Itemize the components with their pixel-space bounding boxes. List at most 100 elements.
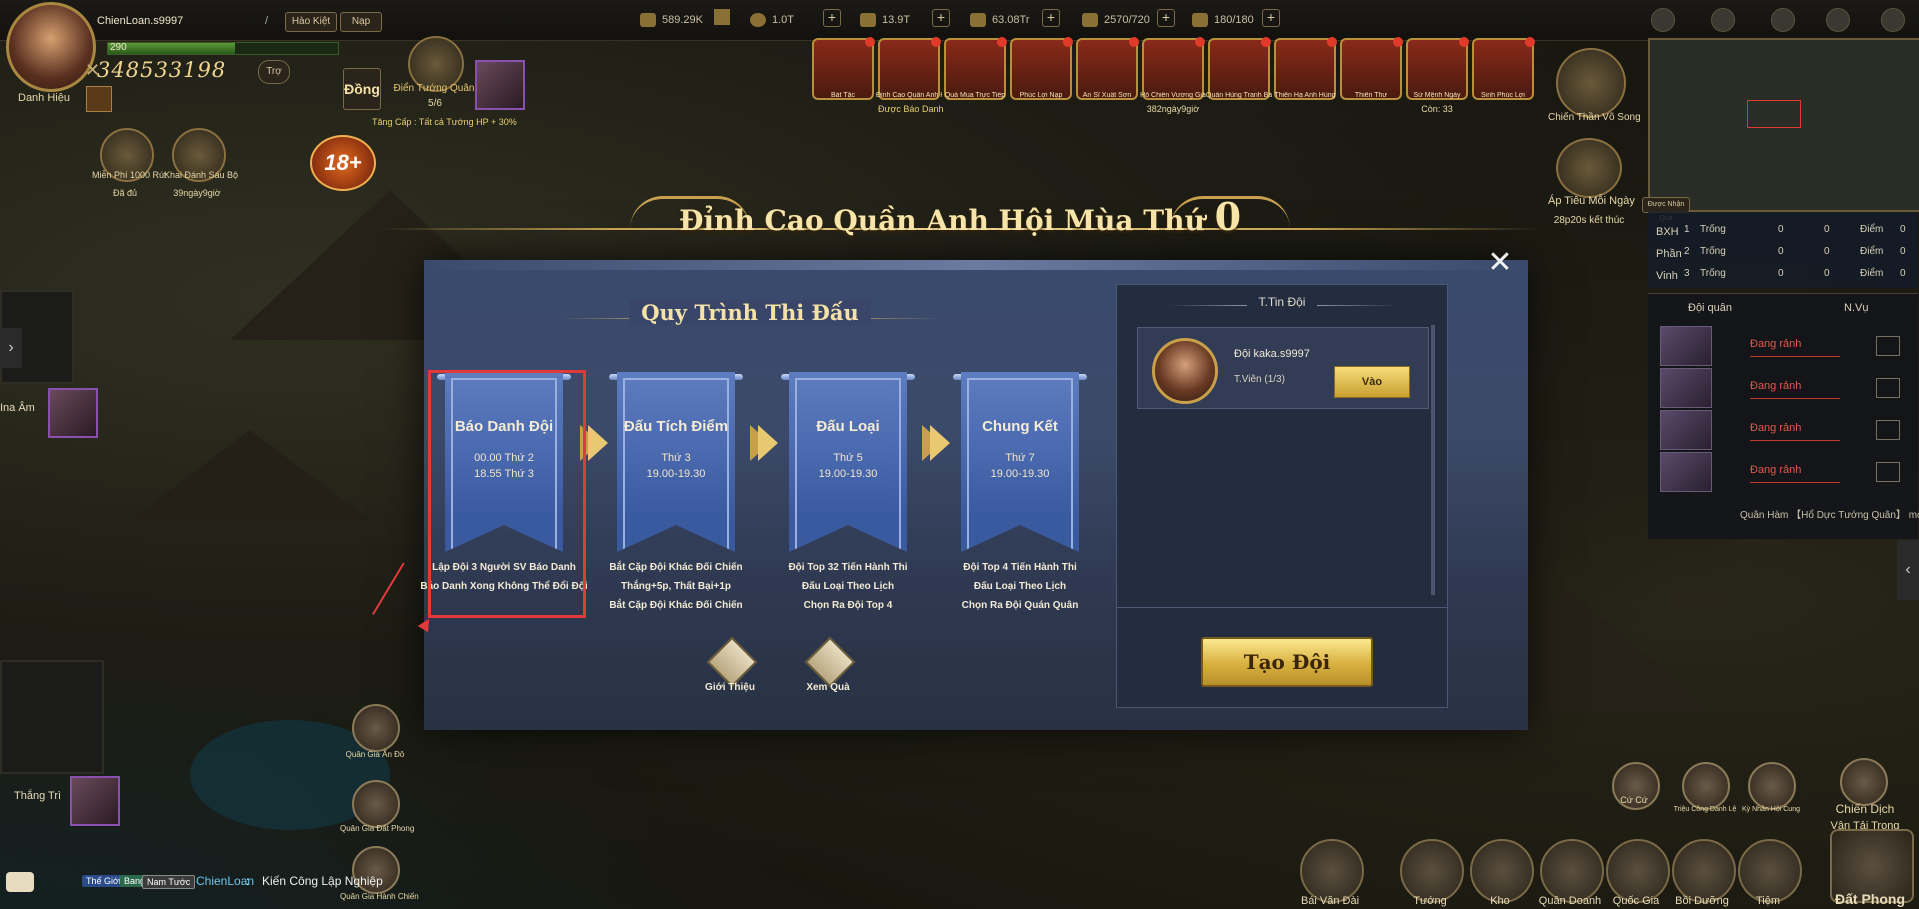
tab-army[interactable]: Đội quân xyxy=(1688,302,1732,314)
expand-left-icon[interactable]: › xyxy=(0,328,22,368)
receive-gift-button[interactable]: Được Nhận Quà xyxy=(1642,197,1690,222)
team-card[interactable]: Đội kaka.s9997 T.Viên (1/3) Vào xyxy=(1137,327,1429,409)
title-label[interactable]: Danh Hiệu xyxy=(18,92,70,104)
escort-icon[interactable] xyxy=(1556,138,1622,198)
side-hero-portrait[interactable] xyxy=(48,388,98,438)
chat-tab-rank[interactable]: Nam Tước xyxy=(142,875,196,889)
event-icon[interactable]: Ẩn Sĩ Xuất Sơn xyxy=(1076,37,1139,100)
war-god-icon[interactable] xyxy=(1556,48,1626,118)
scrollbar[interactable] xyxy=(1431,325,1435,595)
nav-training[interactable] xyxy=(1672,839,1736,903)
hao-kiet-button[interactable]: Hào Kiệt xyxy=(285,12,337,32)
general-portrait xyxy=(1660,368,1712,408)
event-icon[interactable]: Thiên Hạ Anh Hùng xyxy=(1274,37,1337,100)
resource-iron: 63.08Tr xyxy=(970,10,1030,30)
resource-gold: 589.29K xyxy=(640,10,703,30)
player-avatar[interactable] xyxy=(6,2,96,92)
menu-icon[interactable] xyxy=(1881,8,1905,32)
nap-button[interactable]: Nạp xyxy=(340,12,382,32)
view-rewards-button[interactable]: Xem Quà xyxy=(804,636,856,693)
nav-barracks[interactable] xyxy=(1540,839,1604,903)
stage-final[interactable]: Chung Kết Thứ 7 19.00-19.30 xyxy=(953,372,1087,552)
rank-row: 2 Trống 00 Điểm 0 xyxy=(1684,246,1906,257)
coin-icon xyxy=(750,13,766,27)
age-rating-badge: 18+ xyxy=(310,135,376,191)
army-row[interactable]: Đang rảnh xyxy=(1660,452,1908,492)
event-icon[interactable]: Quần Hùng Tranh Bá xyxy=(1206,37,1272,100)
process-title: Quy Trình Thi Đấu xyxy=(560,300,940,325)
add-food-button[interactable]: + xyxy=(932,9,950,27)
tournament-title: Đỉnh Cao Quần Anh Hội Mùa Thứ 0 xyxy=(678,194,1242,239)
campaign-icon[interactable] xyxy=(1840,758,1888,806)
event-icon[interactable]: Đỉnh Cao Quần Anh Hội xyxy=(876,37,942,100)
grid-icon[interactable] xyxy=(1876,378,1900,398)
event-icon[interactable]: Thiên Thư xyxy=(1340,37,1403,100)
escort-label: Áp Tiêu Mỗi Ngày xyxy=(1548,195,1635,207)
dong-badge[interactable]: Đồng xyxy=(343,68,381,110)
stage-description: Đội Top 32 Tiến Hành Thi Đấu Loại Theo L… xyxy=(788,562,908,611)
notify-dot xyxy=(997,37,1007,47)
tro-button[interactable]: Trợ xyxy=(258,60,290,84)
nav-generals[interactable] xyxy=(1400,839,1464,903)
add-troops-button[interactable]: + xyxy=(1157,9,1175,27)
tab-quests[interactable]: N.Vụ xyxy=(1844,302,1868,314)
event-icon[interactable]: Phúc Lợi Nạp xyxy=(1010,37,1073,100)
add-stamina-button[interactable]: + xyxy=(1262,9,1280,27)
six-tribes-label: Khai Đánh Sáu Bộ xyxy=(164,170,239,180)
chat-bar[interactable]: Thế Giới Bang Nam Tước ChienLoan : Kiến … xyxy=(0,872,383,894)
close-icon[interactable]: ✕ xyxy=(1486,248,1514,278)
hero-portrait[interactable] xyxy=(475,60,525,110)
join-team-button[interactable]: Vào xyxy=(1334,366,1410,398)
nav-label: Tiệm xyxy=(1755,895,1781,907)
nav-warehouse[interactable] xyxy=(1470,839,1534,903)
team-leader-avatar xyxy=(1152,338,1218,404)
side-label: Thắng Trì xyxy=(14,790,62,802)
food-icon xyxy=(860,13,876,27)
nav-bai-van-dai[interactable] xyxy=(1300,839,1364,903)
event-icon[interactable]: Hồ Chiến Vương Giả xyxy=(1140,37,1206,100)
add-silver-button[interactable]: + xyxy=(823,9,841,27)
army-row[interactable]: Đang rảnh xyxy=(1660,326,1908,366)
event-icon[interactable]: Bát Tặc xyxy=(812,37,875,100)
nav-label: Bái Văn Đài xyxy=(1300,895,1360,907)
minimap[interactable] xyxy=(1648,38,1919,212)
stage-knockout[interactable]: Đấu Loại Thứ 5 19.00-19.30 xyxy=(781,372,915,552)
create-team-button[interactable]: Tạo Đội xyxy=(1201,637,1373,687)
mail-icon[interactable] xyxy=(1826,8,1850,32)
event-icon[interactable]: Sinh Phúc Lợi xyxy=(1472,37,1535,100)
nav-shop[interactable] xyxy=(1738,839,1802,903)
add-iron-button[interactable]: + xyxy=(1042,9,1060,27)
event-icon[interactable]: Quà Mua Trực Tiếp xyxy=(944,37,1007,100)
bottom-function-label: Cứ Cứ xyxy=(1620,795,1648,805)
notify-dot xyxy=(865,37,875,47)
side-hero-portrait[interactable] xyxy=(70,776,120,826)
event-icon[interactable]: Sứ Mệnh Ngày xyxy=(1406,37,1469,100)
grid-icon[interactable] xyxy=(1876,336,1900,356)
chat-icon[interactable] xyxy=(6,872,34,892)
ranking-icon[interactable] xyxy=(1771,8,1795,32)
chat-tab-world[interactable]: Thế Giới xyxy=(82,875,125,887)
chest-icon xyxy=(804,636,856,688)
army-row[interactable]: Đang rảnh xyxy=(1660,368,1908,408)
general-portrait xyxy=(1660,410,1712,450)
grid-icon[interactable] xyxy=(1876,420,1900,440)
nav-nation[interactable] xyxy=(1606,839,1670,903)
bottom-function-icon[interactable] xyxy=(1748,762,1796,810)
notify-dot xyxy=(1327,37,1337,47)
arrow-icon xyxy=(930,425,950,461)
edit-icon[interactable] xyxy=(86,86,112,112)
resource-silver: 1.0T xyxy=(750,10,794,30)
bag-icon[interactable] xyxy=(714,9,730,25)
grid-icon[interactable] xyxy=(1876,462,1900,482)
intro-button[interactable]: Giới Thiệu xyxy=(705,636,758,693)
npc-portrait[interactable] xyxy=(352,704,400,752)
npc-portrait[interactable] xyxy=(352,780,400,828)
expand-right-icon[interactable]: ‹ xyxy=(1897,540,1919,600)
army-row[interactable]: Đang rảnh xyxy=(1660,410,1908,450)
bottom-function-icon[interactable] xyxy=(1682,762,1730,810)
combat-power: 348533198 xyxy=(97,58,227,82)
stage-points[interactable]: Đấu Tích Điểm Thứ 3 19.00-19.30 xyxy=(609,372,743,552)
friends-icon[interactable] xyxy=(1711,8,1735,32)
notify-dot xyxy=(1459,37,1469,47)
mute-icon[interactable] xyxy=(1651,8,1675,32)
